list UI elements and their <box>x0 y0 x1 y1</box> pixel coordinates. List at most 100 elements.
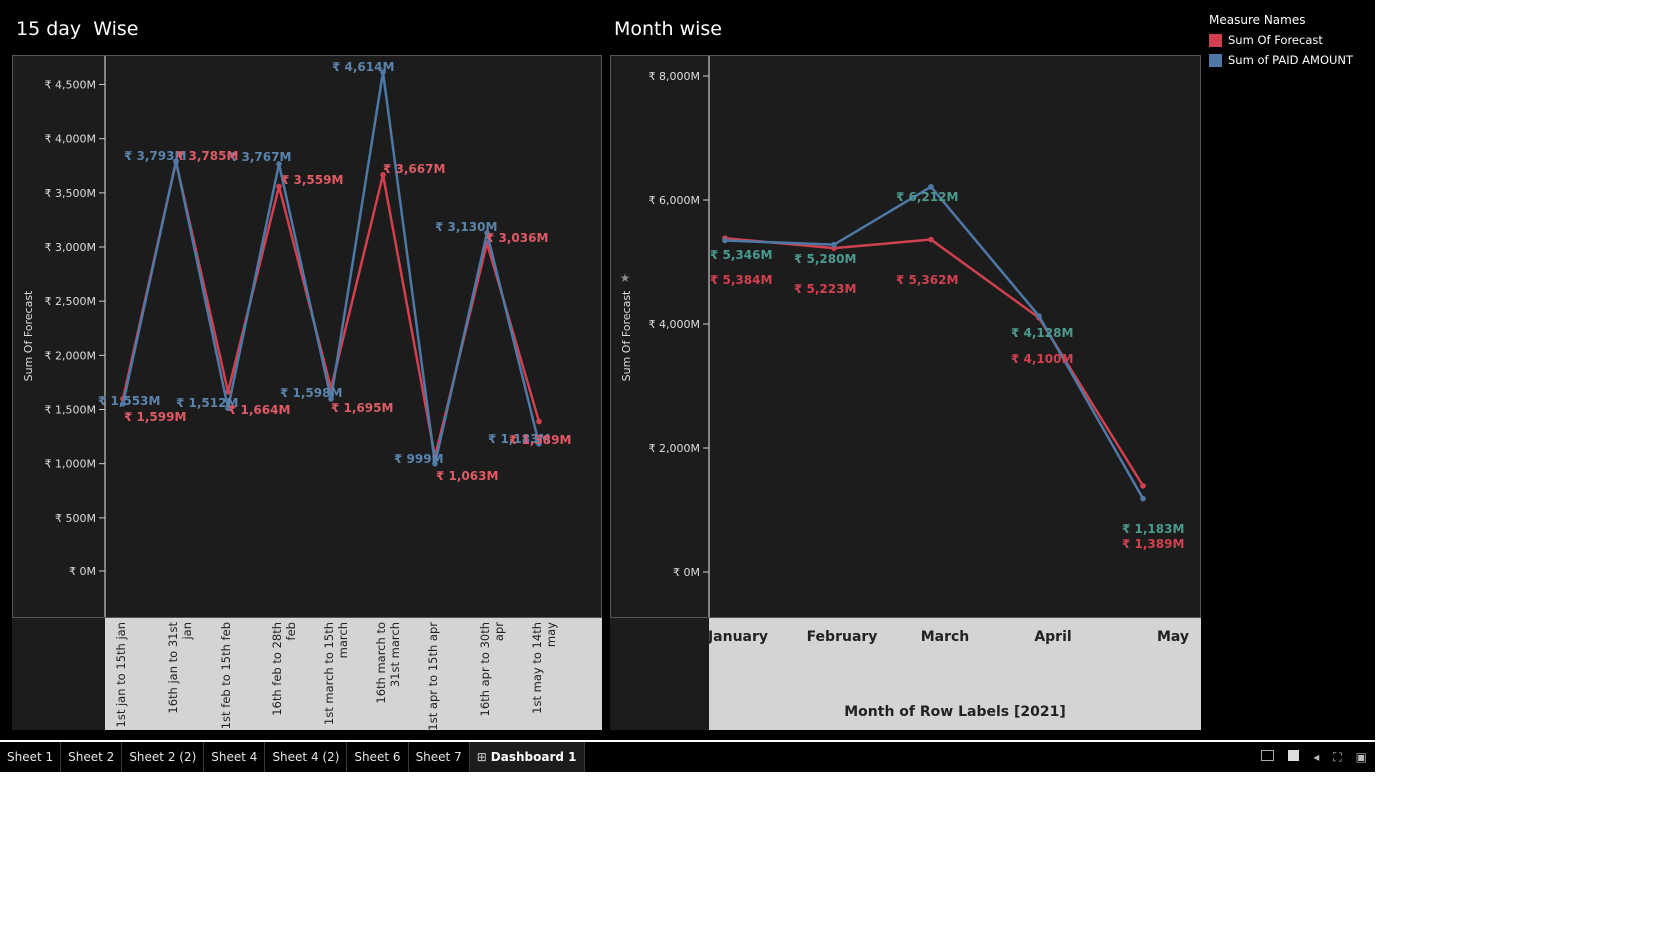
paid-amount-data-label: ₹ 1,598M <box>280 386 342 400</box>
right-series-lines <box>722 184 1146 502</box>
left-y-tick-label: ₹ 4,500M <box>45 79 96 92</box>
paid-amount-point[interactable] <box>1140 495 1146 502</box>
tab-sheet-2-copy[interactable]: Sheet 2 (2) <box>122 742 205 772</box>
right-y-tick-label: ₹ 4,000M <box>649 318 700 331</box>
legend-swatch-paid-amount <box>1209 53 1222 67</box>
tab-controls: ◂ ⛶ ▣ <box>1261 742 1367 772</box>
tab-sheet-7[interactable]: Sheet 7 <box>409 742 470 772</box>
forecast-data-label: ₹ 3,667M <box>383 162 445 176</box>
forecast-data-label: ₹ 1,599M <box>124 410 186 424</box>
scroll-left-icon[interactable]: ◂ <box>1313 750 1319 764</box>
tab-sheet-4-copy[interactable]: Sheet 4 (2) <box>265 742 348 772</box>
right-x-tick-label: January <box>709 629 768 645</box>
forecast-data-label: ₹ 1,389M <box>509 433 571 447</box>
forecast-point[interactable] <box>1140 483 1146 489</box>
tab-sheet-4[interactable]: Sheet 4 <box>204 742 266 772</box>
left-chart-title: 15 day Wise <box>16 18 139 40</box>
left-x-tick-label: 16th apr to 30thapr <box>478 622 506 717</box>
paid-amount-data-label: ₹ 1,183M <box>1122 522 1184 536</box>
paid-amount-point[interactable] <box>928 184 934 190</box>
right-x-axis-labels: Month of Row Labels [2021] January Februa… <box>707 629 1189 720</box>
sheet-tab-bar: Sheet 1 Sheet 2 Sheet 2 (2) Sheet 4 Shee… <box>0 742 1375 772</box>
paid-amount-point[interactable] <box>831 241 837 248</box>
right-plot-panel: ★ Sum Of Forecast ₹ 8,000M ₹ 6,000M ₹ 4,00… <box>610 55 1201 618</box>
left-y-tick-label: ₹ 2,500M <box>45 295 96 308</box>
presentation-mode-icon[interactable]: ▣ <box>1356 750 1367 764</box>
left-x-tick-label: 1st jan to 15th jan <box>114 622 128 727</box>
legend-label: Sum of PAID AMOUNT <box>1228 53 1354 67</box>
tab-sheet-6[interactable]: Sheet 6 <box>347 742 409 772</box>
left-x-tick-label: 1st march to 15thmarch <box>322 622 350 725</box>
left-y-axis-label: Sum Of Forecast <box>22 290 35 381</box>
paid-amount-data-label: ₹ 4,614M <box>332 60 394 74</box>
right-x-tick-label: May <box>1157 629 1189 645</box>
left-y-tick-label: ₹ 4,000M <box>45 133 96 146</box>
paid-amount-data-label: ₹ 1,553M <box>98 394 160 408</box>
forecast-data-label: ₹ 1,695M <box>331 401 393 415</box>
forecast-point[interactable] <box>536 418 542 425</box>
left-x-axis-labels: 1st jan to 15th jan 16th jan to 31stjan 1s… <box>114 622 558 731</box>
left-y-tick-label: ₹ 3,500M <box>45 187 96 200</box>
legend-label: Sum Of Forecast <box>1228 33 1323 47</box>
left-y-tick-label: ₹ 3,000M <box>45 241 96 254</box>
right-line-chart[interactable]: ★ Sum Of Forecast ₹ 8,000M ₹ 6,000M ₹ 4,00… <box>610 55 1201 618</box>
forecast-data-label: ₹ 5,384M <box>710 273 772 287</box>
tab-sheet-2[interactable]: Sheet 2 <box>61 742 123 772</box>
right-y-tick-label: ₹ 8,000M <box>649 70 700 83</box>
paid-amount-point[interactable] <box>722 237 728 244</box>
left-y-tick-label: ₹ 2,000M <box>45 349 96 362</box>
left-xaxis-spacer <box>12 618 105 730</box>
filmstrip-view-icon[interactable] <box>1261 750 1275 764</box>
legend-item-forecast[interactable]: Sum Of Forecast <box>1209 33 1353 47</box>
right-xaxis-spacer <box>610 618 709 730</box>
right-chart-title: Month wise <box>614 18 722 40</box>
right-x-axis: Month of Row Labels [2021] January Februa… <box>707 618 1201 730</box>
forecast-data-label: ₹ 1,063M <box>436 469 498 483</box>
pin-icon[interactable]: ★ <box>620 271 631 285</box>
left-x-tick-label: 16th jan to 31stjan <box>166 622 194 714</box>
left-x-tick-label: 1st may to 14thmay <box>530 622 558 714</box>
legend-swatch-forecast <box>1209 33 1222 47</box>
left-y-tick-label: ₹ 1,500M <box>45 404 96 417</box>
tab-sheet-1[interactable]: Sheet 1 <box>0 742 62 772</box>
paid-amount-data-label: ₹ 999M <box>394 452 444 466</box>
left-x-tick-label: 16th feb to 28thfeb <box>270 622 298 716</box>
tab-dashboard-1[interactable]: ⊞ Dashboard 1 <box>469 742 585 772</box>
left-plot-panel: Sum Of Forecast ₹ 4,500M ₹ 4,000M ₹ 3,500M… <box>12 55 602 618</box>
forecast-data-label: ₹ 3,036M <box>486 231 548 245</box>
forecast-point[interactable] <box>928 236 934 243</box>
left-y-tick-label: ₹ 1,000M <box>45 458 96 471</box>
forecast-data-label: ₹ 1,389M <box>1122 537 1184 551</box>
left-data-labels: ₹ 1,553M₹ 3,793M₹ 1,512M₹ 3,767M₹ 1,598M… <box>98 60 571 483</box>
forecast-data-label: ₹ 4,100M <box>1011 352 1073 366</box>
tab-dashboard-label: Dashboard 1 <box>490 750 577 764</box>
right-x-axis-title: Month of Row Labels [2021] <box>844 704 1066 720</box>
right-y-tick-label: ₹ 2,000M <box>649 442 700 455</box>
legend-title: Measure Names <box>1209 13 1306 27</box>
paid-amount-line[interactable] <box>724 185 1145 500</box>
right-x-tick-label: March <box>921 629 970 645</box>
fullscreen-icon[interactable]: ⛶ <box>1333 750 1341 765</box>
right-y-tick-label: ₹ 6,000M <box>649 194 700 207</box>
right-y-ticks: ₹ 8,000M ₹ 6,000M ₹ 4,000M ₹ 2,000M ₹ 0M <box>649 70 709 579</box>
right-y-tick-label: ₹ 0M <box>673 566 700 579</box>
left-x-tick-label: 16th march to31st march <box>374 622 402 704</box>
forecast-data-label: ₹ 1,664M <box>228 403 290 417</box>
left-line-chart[interactable]: Sum Of Forecast ₹ 4,500M ₹ 4,000M ₹ 3,500M… <box>12 55 602 618</box>
paid-amount-data-label: ₹ 4,128M <box>1011 326 1073 340</box>
left-x-tick-label: 1st apr to 15th apr <box>426 622 440 730</box>
forecast-data-label: ₹ 5,223M <box>794 282 856 296</box>
paid-amount-data-label: ₹ 5,346M <box>710 248 772 262</box>
tabs-view-icon[interactable] <box>1288 750 1300 764</box>
paid-amount-data-label: ₹ 6,212M <box>896 190 958 204</box>
right-x-tick-label: April <box>1034 629 1071 645</box>
forecast-data-label: ₹ 5,362M <box>896 273 958 287</box>
right-y-axis-label: Sum Of Forecast <box>620 290 633 381</box>
legend-item-paid-amount[interactable]: Sum of PAID AMOUNT <box>1209 53 1353 67</box>
legend: Measure Names Sum Of Forecast Sum of PAI… <box>1209 13 1353 73</box>
paid-amount-point[interactable] <box>1036 313 1042 319</box>
paid-amount-data-label: ₹ 5,280M <box>794 252 856 266</box>
forecast-data-label: ₹ 3,559M <box>281 173 343 187</box>
right-x-tick-label: February <box>807 629 878 645</box>
left-x-tick-label: 1st feb to 15th feb <box>219 622 233 729</box>
